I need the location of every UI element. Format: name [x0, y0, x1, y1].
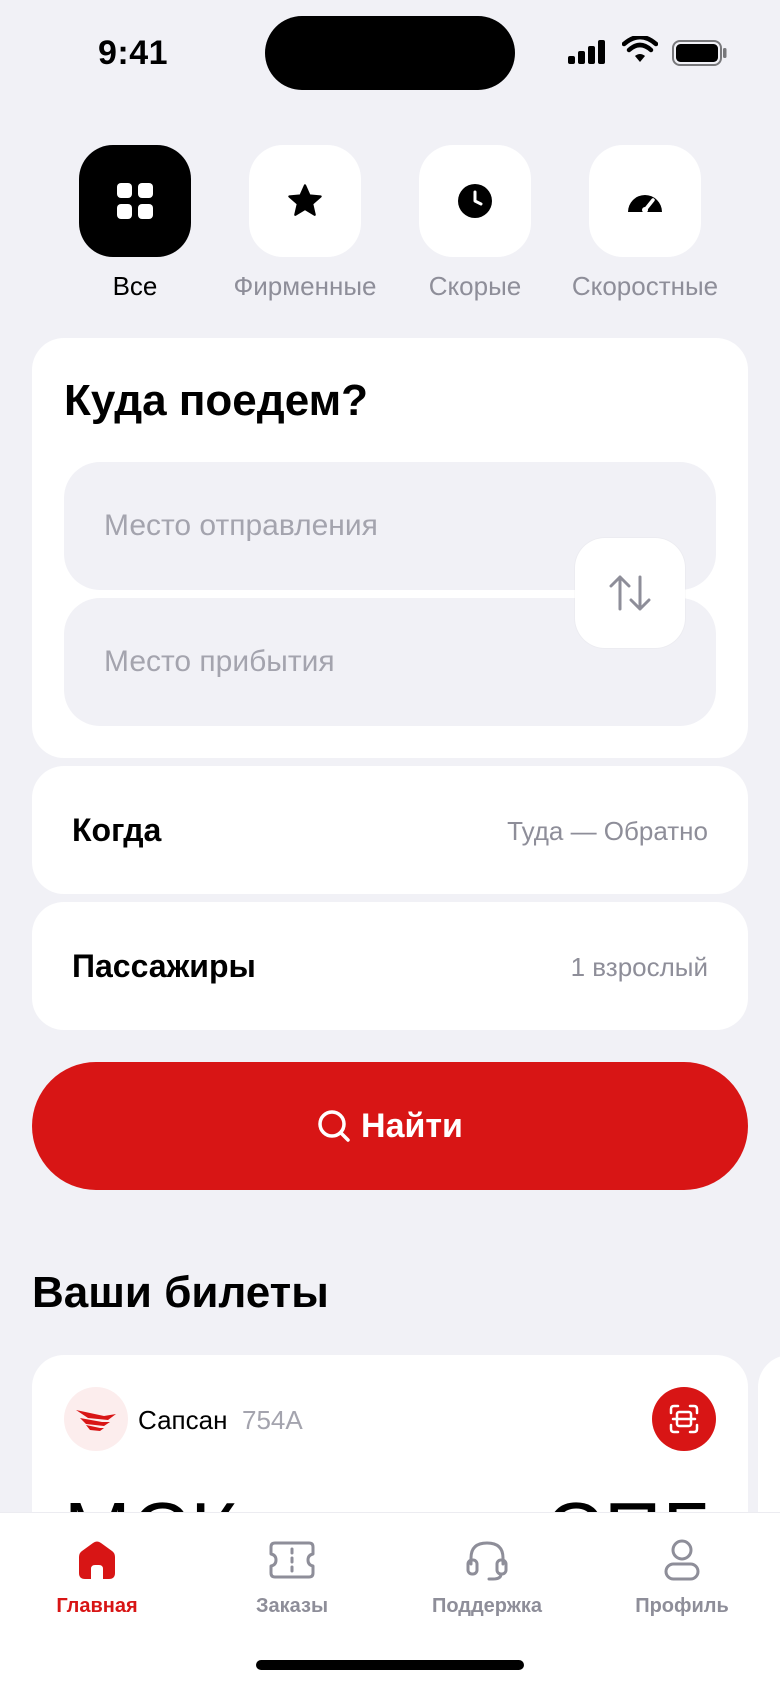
tab-label: Поддержка: [431, 1595, 543, 1617]
category-label: Фирменные: [233, 271, 377, 301]
category-high-speed-tile[interactable]: [589, 145, 701, 257]
passengers-label: Пассажиры: [72, 948, 256, 984]
speedometer-icon: [628, 195, 662, 213]
qr-scan-icon: [669, 1404, 699, 1434]
search-icon: [318, 1110, 350, 1142]
category-label: Скоростные: [571, 271, 719, 301]
find-button-label: Найти: [361, 1106, 463, 1145]
home-icon: [79, 1541, 115, 1579]
date-label: Когда: [72, 812, 162, 848]
wifi-icon: [622, 36, 658, 62]
clock-icon: [458, 184, 492, 218]
tab-label: Заказы: [255, 1595, 329, 1617]
date-selector-row[interactable]: Когда Туда — Обратно: [32, 766, 748, 894]
tab-home[interactable]: Главная: [12, 1535, 182, 1618]
tickets-section-title: Ваши билеты: [32, 1268, 329, 1317]
sapsan-logo-icon: [64, 1387, 128, 1451]
train-name: Сапсан: [138, 1405, 228, 1435]
tab-support[interactable]: Поддержка: [402, 1535, 572, 1618]
category-fast-tile[interactable]: [419, 145, 531, 257]
date-value: Туда — Обратно: [507, 816, 708, 846]
search-card: Куда поедем?: [32, 338, 748, 758]
tab-profile[interactable]: Профиль: [597, 1535, 767, 1618]
train-category-filters: Все Фирменные Скорые Скоростные: [0, 145, 780, 305]
category-all[interactable]: Все: [50, 145, 220, 302]
status-bar: 9:41: [0, 0, 780, 110]
tab-label: Профиль: [635, 1595, 729, 1617]
swap-stations-button[interactable]: [575, 538, 685, 648]
battery-icon: [672, 40, 727, 66]
tab-orders[interactable]: Заказы: [207, 1535, 377, 1618]
category-label: Все: [112, 271, 158, 301]
grid-icon: [117, 183, 153, 219]
find-button[interactable]: Найти: [32, 1062, 748, 1190]
category-fast[interactable]: Скорые: [390, 145, 560, 302]
category-branded[interactable]: Фирменные: [220, 145, 390, 302]
star-icon: [288, 184, 322, 216]
home-screen: 9:41 Все Фирменные Скорые Скоростные Куд…: [0, 0, 780, 1688]
home-indicator: [256, 1660, 524, 1670]
category-all-tile[interactable]: [79, 145, 191, 257]
category-high-speed[interactable]: Скоростные: [560, 145, 730, 302]
swap-arrows-icon: [609, 575, 651, 611]
dynamic-island: [265, 16, 515, 90]
cellular-signal-icon: [568, 40, 605, 64]
status-time: 9:41: [98, 34, 169, 72]
ticket-icon: [269, 1541, 315, 1579]
passengers-selector-row[interactable]: Пассажиры 1 взрослый: [32, 902, 748, 1030]
user-icon: [664, 1539, 700, 1581]
headset-icon: [466, 1541, 508, 1581]
category-label: Скорые: [428, 271, 522, 301]
train-number: 754А: [242, 1405, 303, 1435]
tab-label: Главная: [56, 1595, 138, 1617]
passengers-value: 1 взрослый: [570, 952, 708, 982]
qr-code-button[interactable]: [652, 1387, 716, 1451]
category-branded-tile[interactable]: [249, 145, 361, 257]
search-title: Куда поедем?: [64, 376, 369, 425]
